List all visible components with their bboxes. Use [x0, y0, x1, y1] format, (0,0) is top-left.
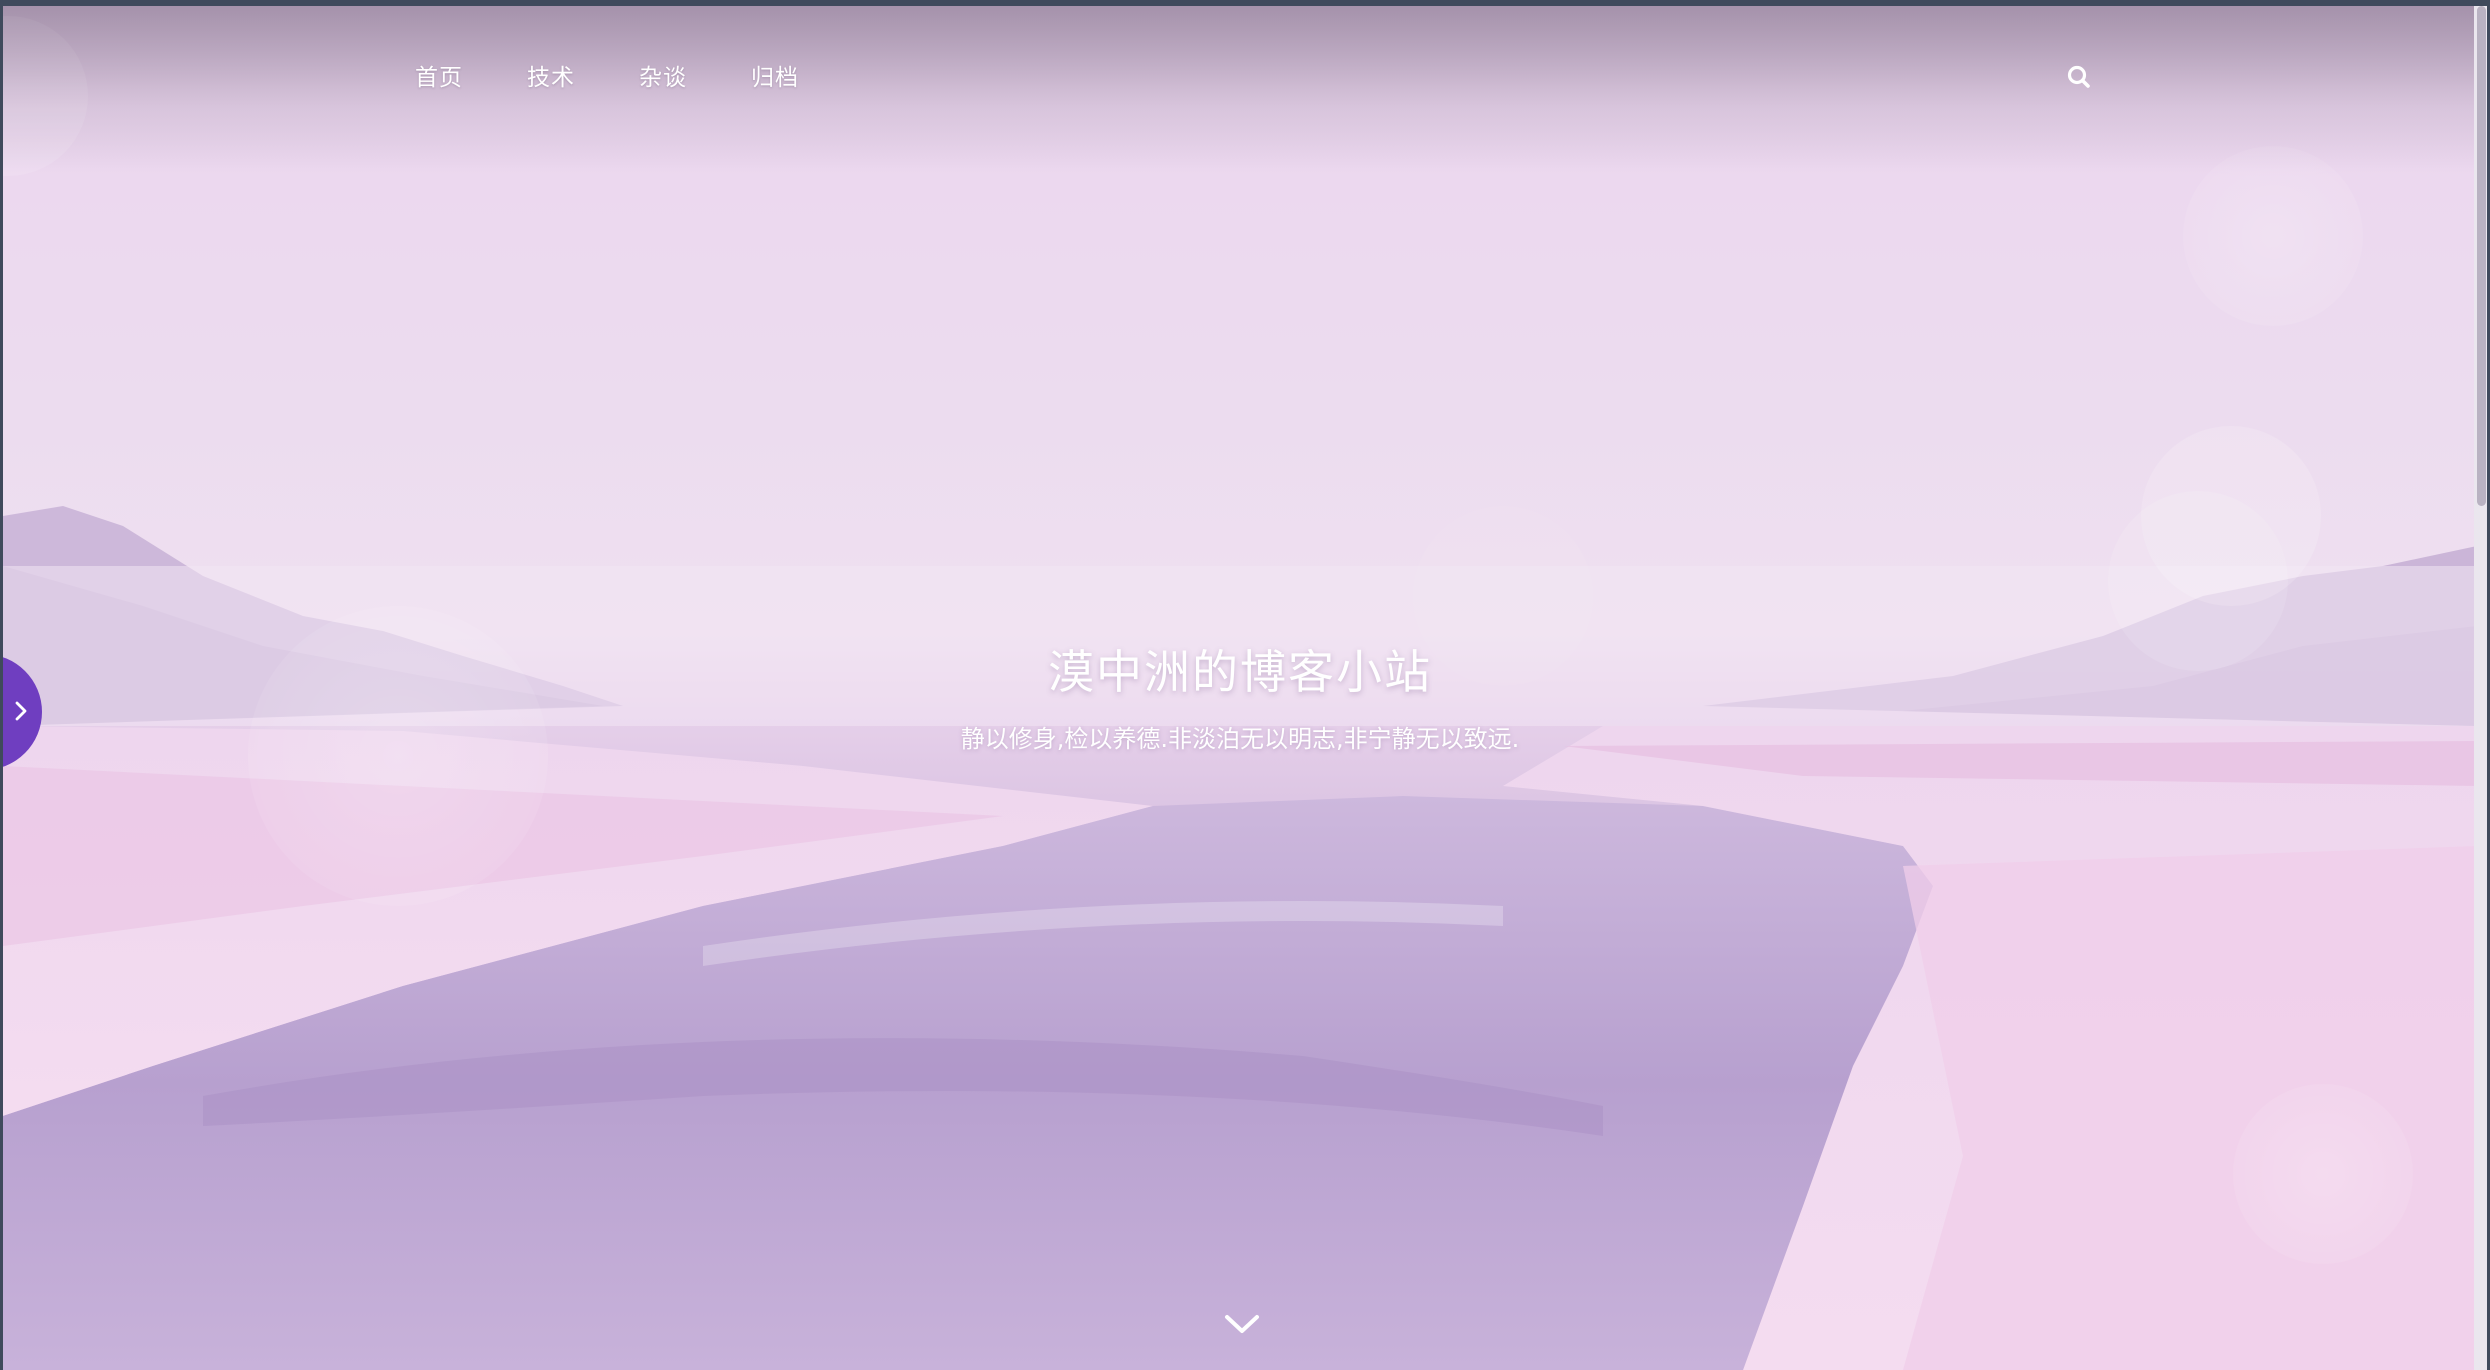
- site-title: 漠中洲的博客小站: [1048, 645, 1432, 699]
- chevron-down-icon: [1225, 1315, 1259, 1333]
- scrollbar-thumb[interactable]: [2477, 6, 2486, 506]
- nav-item-archive[interactable]: 归档: [751, 58, 799, 92]
- nav-item-home[interactable]: 首页: [415, 58, 463, 92]
- site-subtitle: 静以修身,检以养德.非淡泊无以明志,非宁静无以致远.: [960, 725, 1520, 753]
- main-nav: 首页 技术 杂谈 归档: [415, 58, 863, 92]
- nav-item-talk[interactable]: 杂谈: [639, 58, 687, 92]
- browser-viewport: 首页 技术 杂谈 归档 漠中洲的博客小站 静以修身,检以养德.非淡泊无以明志,非…: [3, 6, 2477, 1370]
- scroll-down-button[interactable]: [1223, 1311, 1261, 1337]
- search-button[interactable]: [2066, 64, 2094, 92]
- search-icon: [2067, 65, 2090, 88]
- chevron-right-icon: [15, 701, 27, 721]
- header-overlay: [3, 6, 2477, 176]
- nav-item-tech[interactable]: 技术: [527, 58, 575, 92]
